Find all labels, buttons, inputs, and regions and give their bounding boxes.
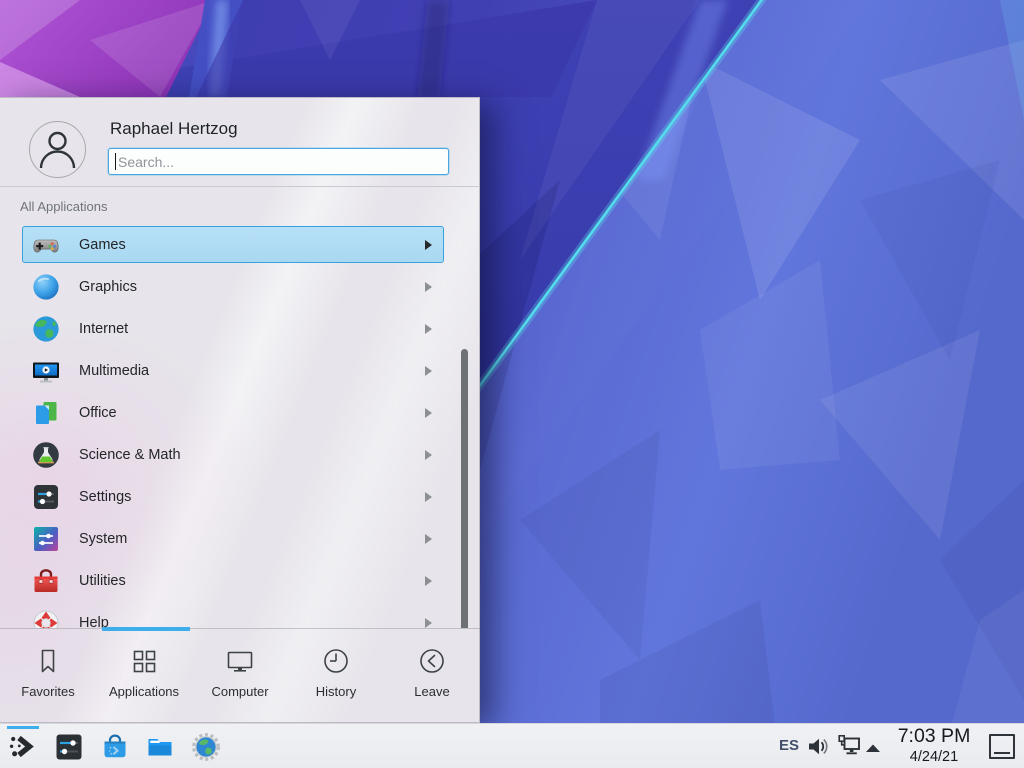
tab-favorites[interactable]: Favorites [0, 629, 96, 724]
category-games[interactable]: Games [22, 226, 444, 263]
clock-date: 4/24/21 [888, 748, 980, 766]
keyboard-layout-indicator[interactable]: ES [779, 737, 799, 754]
category-label: Settings [79, 489, 131, 505]
chevron-right-icon [425, 492, 432, 502]
chevron-right-icon [425, 282, 432, 292]
chevron-right-icon [425, 240, 432, 250]
category-list: Games Graphics [0, 218, 480, 628]
tab-history[interactable]: History [288, 629, 384, 724]
chevron-right-icon [425, 618, 432, 628]
category-label: Science & Math [79, 447, 181, 463]
show-desktop-button[interactable] [989, 734, 1015, 759]
search-field-wrap [108, 148, 449, 175]
leave-icon [417, 646, 447, 676]
category-internet[interactable]: Internet [22, 310, 444, 347]
tab-applications[interactable]: Applications [96, 629, 192, 724]
computer-icon [225, 646, 255, 676]
launcher-active-indicator [7, 726, 39, 729]
chevron-right-icon [425, 324, 432, 334]
category-multimedia[interactable]: Multimedia [22, 352, 444, 389]
category-label: Internet [79, 321, 128, 337]
category-office[interactable]: Office [22, 394, 444, 431]
kde-kicker-icon[interactable] [8, 732, 38, 762]
section-label: All Applications [20, 199, 107, 214]
category-label: Help [79, 615, 109, 629]
category-label: Multimedia [79, 363, 149, 379]
expand-tray-caret-up-icon[interactable] [864, 740, 882, 758]
search-input[interactable] [108, 148, 449, 175]
clock-time: 7:03 PM [888, 725, 980, 748]
tab-computer[interactable]: Computer [192, 629, 288, 724]
category-label: Graphics [79, 279, 137, 295]
chevron-right-icon [425, 450, 432, 460]
history-clock-icon [321, 646, 351, 676]
application-launcher-popup: Raphael Hertzog All Applications [0, 97, 480, 723]
launcher-tab-bar: Favorites Applications [0, 628, 480, 724]
chevron-right-icon [425, 408, 432, 418]
category-science-math[interactable]: Science & Math [22, 436, 444, 473]
user-name: Raphael Hertzog [110, 119, 238, 139]
category-utilities[interactable]: Utilities [22, 562, 444, 599]
toolbox-icon [31, 566, 61, 596]
category-help[interactable]: Help [22, 604, 444, 628]
monitor-play-icon [31, 356, 61, 386]
globe-gear-icon[interactable] [191, 732, 221, 762]
category-label: Utilities [79, 573, 126, 589]
tab-label: Favorites [0, 684, 96, 699]
category-system[interactable]: System [22, 520, 444, 557]
desktop: Raphael Hertzog All Applications [0, 0, 1024, 768]
globe-icon [31, 314, 61, 344]
show-desktop-glyph [994, 752, 1010, 754]
grid-icon [129, 646, 159, 676]
flask-icon [31, 440, 61, 470]
lifebuoy-icon [31, 608, 61, 628]
category-label: Office [79, 405, 117, 421]
sliders-color-icon [31, 524, 61, 554]
tab-leave[interactable]: Leave [384, 629, 480, 724]
sphere-icon [31, 272, 61, 302]
software-bag-icon[interactable] [100, 732, 130, 762]
chevron-right-icon [425, 576, 432, 586]
taskbar: ES 7:03 PM 4/24/21 [0, 723, 1024, 768]
category-settings[interactable]: Settings [22, 478, 444, 515]
settings-sliders-icon[interactable] [54, 732, 84, 762]
bookmark-icon [33, 646, 63, 676]
gamepad-icon [31, 230, 61, 260]
network-icon[interactable] [837, 733, 863, 764]
digital-clock[interactable]: 7:03 PM 4/24/21 [888, 725, 980, 766]
chevron-right-icon [425, 534, 432, 544]
user-avatar[interactable] [29, 121, 86, 178]
chevron-right-icon [425, 366, 432, 376]
tab-label: Leave [384, 684, 480, 699]
text-caret [115, 153, 116, 170]
category-label: Games [79, 237, 126, 253]
header-divider [0, 186, 480, 187]
volume-icon[interactable] [806, 734, 831, 764]
launcher-header: Raphael Hertzog [0, 98, 479, 186]
tab-label: Applications [96, 684, 192, 699]
category-label: System [79, 531, 127, 547]
user-avatar-icon [30, 122, 85, 177]
list-scrollbar[interactable] [461, 349, 468, 628]
tab-label: Computer [192, 684, 288, 699]
sliders-dark-icon [31, 482, 61, 512]
documents-icon [31, 398, 61, 428]
folder-icon[interactable] [145, 732, 175, 762]
tab-label: History [288, 684, 384, 699]
category-graphics[interactable]: Graphics [22, 268, 444, 305]
